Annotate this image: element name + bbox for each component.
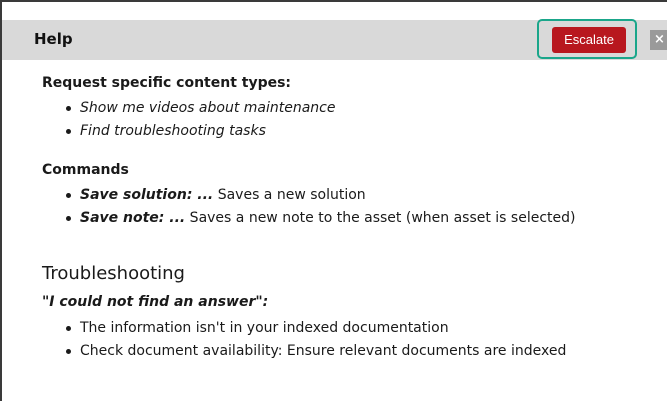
content-types-list: Show me videos about maintenance Find tr…	[66, 97, 335, 143]
troubleshooting-tip: Check document availability: Ensure rele…	[80, 343, 567, 359]
command-keyword: Save note: ...	[80, 210, 186, 226]
command-description: Saves a new note to the asset (when asse…	[185, 210, 576, 226]
list-item: The information isn't in your indexed do…	[66, 317, 566, 340]
commands-label: Commands	[42, 162, 129, 178]
troubleshooting-quote: "I could not find an answer":	[42, 294, 269, 310]
content-type-example: Find troubleshooting tasks	[80, 123, 266, 139]
command-keyword: Save solution: ...	[80, 187, 214, 203]
help-panel: Help Escalate × Request specific content…	[0, 0, 667, 401]
content-types-label: Request specific content types:	[42, 75, 292, 91]
command-description: Saves a new solution	[213, 187, 366, 203]
troubleshooting-list: The information isn't in your indexed do…	[66, 317, 566, 363]
list-item: Save note: ... Saves a new note to the a…	[66, 207, 575, 230]
list-item: Find troubleshooting tasks	[66, 120, 335, 143]
commands-list: Save solution: ... Saves a new solution …	[66, 184, 575, 230]
content-type-example: Show me videos about maintenance	[80, 100, 336, 116]
list-item: Check document availability: Ensure rele…	[66, 340, 566, 363]
help-title: Help	[34, 30, 73, 48]
list-item: Save solution: ... Saves a new solution	[66, 184, 575, 207]
troubleshooting-tip: The information isn't in your indexed do…	[80, 320, 449, 336]
escalate-button[interactable]: Escalate	[552, 27, 626, 53]
close-icon[interactable]: ×	[650, 30, 667, 50]
troubleshooting-heading: Troubleshooting	[42, 263, 185, 284]
list-item: Show me videos about maintenance	[66, 97, 335, 120]
